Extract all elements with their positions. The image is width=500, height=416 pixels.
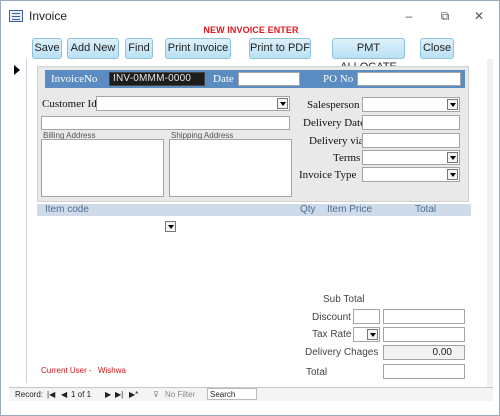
record-navigation-bar: Record: |◀ ◀ 1 of 1 ▶ ▶| ▶* ⊽ No Filter … [9, 387, 493, 401]
total-field[interactable] [383, 364, 465, 379]
tax-rate-dropdown-icon[interactable] [367, 329, 378, 340]
column-item-price: Item Price [327, 204, 373, 215]
delivery-charges-label: Delivery Chages [305, 347, 379, 358]
date-label: Date [213, 73, 234, 85]
print-invoice-button[interactable]: Print Invoice [165, 38, 231, 59]
filter-icon[interactable]: ⊽ [153, 390, 159, 399]
po-no-field[interactable] [357, 72, 461, 86]
invoice-type-combo[interactable] [362, 167, 460, 182]
window-title: Invoice [29, 9, 68, 23]
shipping-address-field[interactable] [169, 139, 292, 197]
last-record-icon[interactable]: ▶| [115, 390, 123, 399]
invoice-window: Invoice – ⧉ ✕ NEW INVOICE ENTER Save Add… [0, 0, 500, 416]
new-invoice-banner: NEW INVOICE ENTER [203, 25, 299, 35]
record-label: Record: [15, 390, 44, 399]
add-new-button[interactable]: Add New [67, 38, 119, 59]
delivery-via-field[interactable] [362, 133, 460, 148]
invoice-type-label: Invoice Type [299, 169, 357, 181]
invoice-no-value: INV-0MMM-0000 [113, 73, 192, 84]
current-user-name: Wishwa [97, 366, 126, 375]
terms-dropdown-icon[interactable] [447, 152, 458, 163]
discount-amount-field[interactable] [383, 309, 465, 324]
tax-amount-field[interactable] [383, 327, 465, 342]
column-total: Total [415, 204, 437, 215]
billing-address-field[interactable] [41, 139, 164, 197]
terms-combo[interactable] [362, 150, 460, 165]
customer-name-field[interactable] [41, 116, 290, 130]
current-user-label: Current User - [41, 366, 92, 375]
search-box[interactable]: Search [207, 388, 257, 400]
no-filter-label[interactable]: No Filter [165, 390, 195, 399]
salesperson-combo[interactable] [362, 97, 460, 112]
invoice-no-label: InvoiceNo [51, 73, 98, 85]
salesperson-dropdown-icon[interactable] [447, 99, 458, 110]
total-label: Total [306, 367, 328, 378]
current-user-line: Current User - Wishwa [41, 366, 126, 375]
column-qty: Qty [300, 204, 316, 215]
previous-record-icon[interactable]: ◀ [61, 390, 67, 399]
invoice-no-field[interactable]: INV-0MMM-0000 [109, 72, 205, 86]
subtotal-label: Sub Total [323, 294, 365, 305]
record-position[interactable]: 1 of 1 [71, 390, 91, 399]
discount-percent-field[interactable] [353, 309, 380, 324]
discount-label: Discount [312, 312, 351, 323]
record-selector-bar[interactable] [9, 59, 27, 383]
tax-rate-label: Tax Rate [312, 329, 352, 340]
restore-button[interactable]: ⧉ [435, 7, 455, 25]
minimize-button[interactable]: – [399, 7, 419, 25]
tax-rate-combo[interactable] [353, 327, 380, 342]
delivery-date-label: Delivery Date [303, 117, 365, 129]
close-form-button[interactable]: Close [420, 38, 454, 59]
po-no-label: PO No [323, 73, 354, 85]
find-button[interactable]: Find [125, 38, 153, 59]
new-record-icon[interactable]: ▶* [129, 390, 138, 399]
items-grid-header [37, 204, 471, 216]
form-icon [9, 10, 23, 22]
item-code-dropdown-icon[interactable] [165, 221, 176, 232]
close-window-button[interactable]: ✕ [469, 7, 489, 25]
delivery-charges-value: 0.00 [432, 347, 452, 358]
column-item-code: Item code [45, 204, 89, 215]
toolbar: Save Add New Find Print Invoice Print to… [27, 35, 487, 73]
delivery-via-label: Delivery via [309, 135, 364, 147]
customer-id-label: Customer Id [42, 98, 97, 110]
next-record-icon[interactable]: ▶ [105, 390, 111, 399]
current-record-arrow-icon [14, 65, 20, 75]
print-to-pdf-button[interactable]: Print to PDF [249, 38, 311, 59]
date-field[interactable] [238, 72, 300, 86]
vertical-scrollbar[interactable] [487, 59, 493, 387]
customer-id-combo[interactable] [96, 96, 290, 111]
delivery-charges-field[interactable]: 0.00 [383, 345, 465, 360]
pmt-allocate-button[interactable]: PMT ALLOCATE [332, 38, 405, 73]
terms-label: Terms [333, 152, 361, 164]
invoice-type-dropdown-icon[interactable] [447, 169, 458, 180]
delivery-date-field[interactable] [362, 115, 460, 130]
save-button[interactable]: Save [32, 38, 62, 59]
first-record-icon[interactable]: |◀ [47, 390, 55, 399]
customer-dropdown-icon[interactable] [277, 98, 288, 109]
salesperson-label: Salesperson [307, 99, 360, 111]
